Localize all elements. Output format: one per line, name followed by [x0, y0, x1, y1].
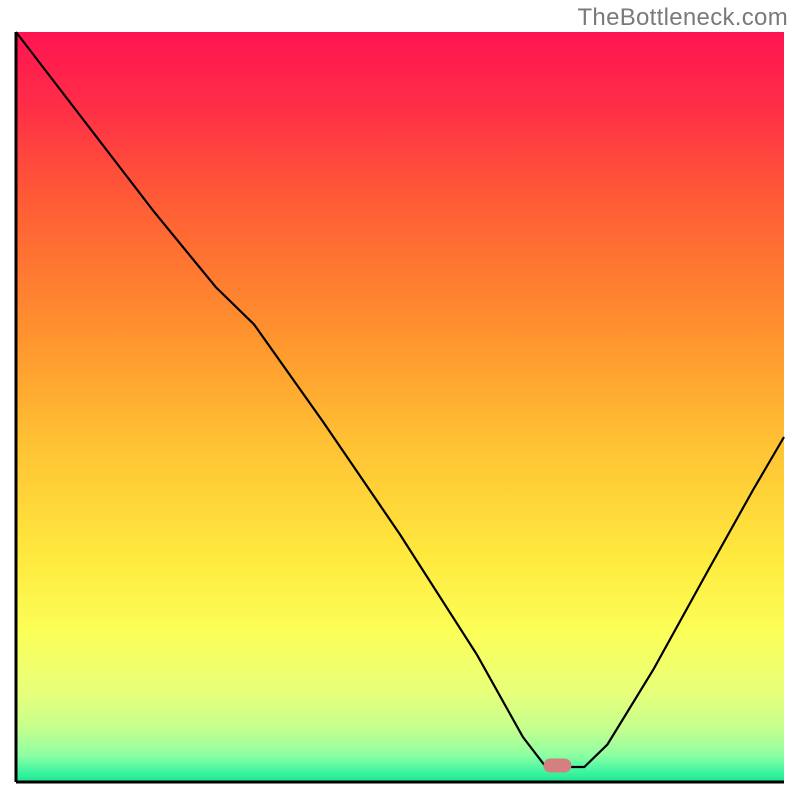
- bottleneck-chart: [0, 0, 800, 800]
- plot-gradient-background: [16, 32, 784, 782]
- chart-container: TheBottleneck.com: [0, 0, 800, 800]
- watermark-text: TheBottleneck.com: [577, 4, 788, 32]
- optimal-marker: [543, 759, 571, 773]
